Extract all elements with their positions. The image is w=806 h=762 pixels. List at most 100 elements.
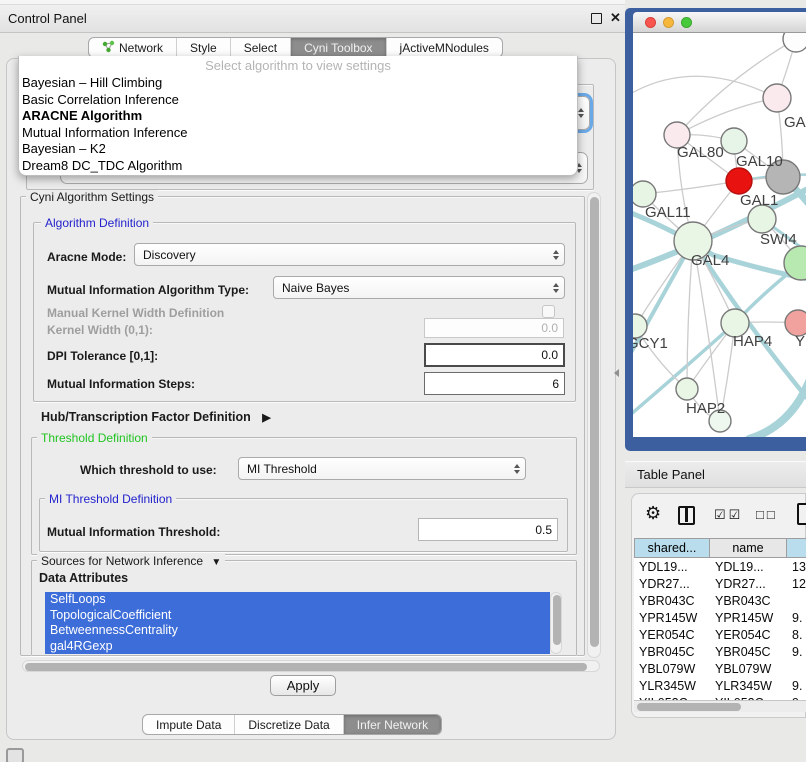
columns-icon[interactable] — [678, 506, 695, 525]
checked-boxes-icon[interactable]: ☑☑ — [714, 507, 743, 523]
network-node[interactable] — [721, 128, 747, 154]
table-cell: YER054C — [634, 628, 710, 642]
network-node[interactable] — [726, 168, 752, 194]
algorithm-dropdown-list[interactable]: Select algorithm to view settings Bayesi… — [18, 56, 578, 176]
apply-button[interactable]: Apply — [270, 675, 336, 696]
tab-infer-network[interactable]: Infer Network — [344, 715, 441, 734]
algorithm-option-basic-correlation-inference[interactable]: Basic Correlation Inference — [19, 92, 577, 109]
apply-label: Apply — [287, 678, 320, 693]
cyni-settings-legend: Cyni Algorithm Settings — [26, 190, 158, 204]
column-header-name[interactable]: name — [710, 538, 787, 558]
mit-field[interactable]: 0.5 — [418, 518, 558, 541]
table-cell: 8. — [787, 628, 806, 642]
network-edge[interactable] — [643, 181, 739, 194]
which-threshold-combo[interactable]: MI Threshold — [238, 457, 526, 480]
control-panel-titlebar[interactable] — [0, 5, 625, 33]
tab-label: Impute Data — [156, 718, 221, 732]
settings-vscrollbar[interactable] — [587, 192, 601, 658]
table-row[interactable]: YBR043CYBR043C — [634, 592, 806, 609]
table-cell: YBL079W — [634, 662, 710, 676]
column-header-shared[interactable]: shared... — [634, 538, 710, 558]
dpi-tolerance-field[interactable]: 0.0 — [424, 343, 565, 367]
network-node[interactable] — [763, 84, 791, 112]
algorithm-option-bayesian-k2[interactable]: Bayesian – K2 — [19, 141, 577, 158]
tab-jactivemnodules[interactable]: jActiveMNodules — [387, 38, 502, 57]
settings-hscrollbar[interactable] — [22, 660, 600, 672]
attributes-scrollbar[interactable] — [550, 592, 562, 654]
stepper-icon — [514, 464, 520, 474]
tab-impute-data[interactable]: Impute Data — [143, 715, 235, 734]
table-row[interactable]: YER054CYER054C8. — [634, 626, 806, 643]
data-attributes-list[interactable]: SelfLoopsTopologicalCoefficientBetweenne… — [45, 592, 550, 654]
table-row[interactable]: YBR045CYBR045C9. — [634, 643, 806, 660]
algorithm-option-mutual-information-inference[interactable]: Mutual Information Inference — [19, 125, 577, 142]
mi-type-combo[interactable]: Naive Bayes — [273, 276, 565, 299]
table-row[interactable]: YDR27...YDR27...12 — [634, 575, 806, 592]
attribute-item-selfloops[interactable]: SelfLoops — [45, 592, 550, 608]
tab-discretize-data[interactable]: Discretize Data — [235, 715, 343, 734]
tab-label: Cyni Toolbox — [304, 41, 372, 55]
table-hscrollbar[interactable] — [634, 700, 806, 712]
table-row[interactable]: YLR345WYLR345W9. — [634, 677, 806, 694]
algorithm-option-dream8-dc-tdc-algorithm[interactable]: Dream8 DC_TDC Algorithm — [19, 158, 577, 175]
network-edge[interactable] — [633, 76, 777, 98]
app-root: Control Panel ✕ NetworkStyleSelectCyni T… — [0, 0, 806, 762]
close-traffic-light[interactable] — [645, 17, 656, 28]
network-canvas[interactable]: GALGAL80GAL10GAL1GAL11SWI4GAL4HAP4YGCY1H… — [633, 33, 806, 437]
network-node[interactable] — [783, 33, 806, 52]
document-icon[interactable] — [797, 503, 806, 525]
hub-definition-toggle[interactable]: Hub/Transcription Factor Definition ▶ — [41, 410, 271, 424]
gear-icon[interactable]: ⚙ — [645, 503, 661, 524]
table-cell: 9. — [787, 611, 806, 625]
mit-label: Mutual Information Threshold: — [47, 525, 220, 539]
tab-label: Infer Network — [357, 718, 428, 732]
table-cell: 9. — [787, 645, 806, 659]
mi-steps-field[interactable]: 6 — [424, 372, 565, 395]
sources-legend-toggle[interactable]: Sources for Network Inference ▼ — [37, 554, 225, 568]
mi-steps-value: 6 — [552, 377, 559, 391]
attribute-item-topologicalcoefficient[interactable]: TopologicalCoefficient — [45, 608, 550, 624]
attribute-item-gal4rgexp[interactable]: gal4RGexp — [45, 639, 550, 655]
float-window-icon[interactable] — [591, 13, 602, 24]
collapsed-arrow-icon: ▶ — [262, 412, 270, 424]
table-cell: 12 — [787, 577, 806, 591]
tab-network[interactable]: Network — [89, 38, 177, 57]
node-label-gcy1: GCY1 — [633, 335, 668, 352]
unchecked-boxes-icon[interactable]: □□ — [756, 507, 778, 522]
panel-splitter-arrow-icon[interactable] — [614, 369, 619, 377]
tab-select[interactable]: Select — [231, 38, 291, 57]
network-window-titlebar[interactable] — [633, 12, 806, 33]
minimize-traffic-light[interactable] — [663, 17, 674, 28]
algorithm-option-bayesian-hill-climbing[interactable]: Bayesian – Hill Climbing — [19, 75, 577, 92]
attribute-item-betweennesscentrality[interactable]: BetweennessCentrality — [45, 623, 550, 639]
network-edge[interactable] — [749, 371, 806, 437]
node-label-swi4: SWI4 — [760, 231, 797, 248]
table-row[interactable]: YDL19...YDL19...13 — [634, 558, 806, 575]
tab-style[interactable]: Style — [177, 38, 231, 57]
tab-label: jActiveMNodules — [400, 41, 489, 55]
aracne-mode-value: Discovery — [143, 248, 196, 262]
manual-kernel-label: Manual Kernel Width Definition — [47, 306, 224, 320]
manual-kernel-checkbox[interactable] — [542, 305, 555, 318]
table-panel-title: Table Panel — [637, 467, 705, 482]
close-icon[interactable]: ✕ — [610, 10, 621, 26]
network-node[interactable] — [676, 378, 698, 400]
table-cell: YBR043C — [634, 594, 710, 608]
zoom-traffic-light[interactable] — [681, 17, 692, 28]
mi-threshold-legend: MI Threshold Definition — [45, 492, 176, 506]
dropdown-placeholder: Select algorithm to view settings — [19, 58, 577, 75]
tab-cyni-toolbox[interactable]: Cyni Toolbox — [291, 38, 386, 57]
algorithm-option-aracne-algorithm[interactable]: ARACNE Algorithm — [19, 108, 577, 125]
column-header-a[interactable]: A — [787, 538, 806, 558]
mi-steps-label: Mutual Information Steps: — [47, 377, 195, 391]
kernel-width-field[interactable]: 0.0 — [424, 318, 564, 338]
table-row[interactable]: YPR145WYPR145W9. — [634, 609, 806, 626]
kernel-width-value: 0.0 — [541, 321, 558, 335]
aracne-mode-combo[interactable]: Discovery — [134, 243, 565, 266]
dpi-tolerance-label: DPI Tolerance [0,1]: — [47, 349, 158, 363]
table-row[interactable]: YBL079WYBL079W — [634, 660, 806, 677]
data-attributes-label: Data Attributes — [39, 571, 128, 585]
network-node[interactable] — [748, 205, 776, 233]
corner-widget-icon[interactable] — [6, 748, 24, 762]
table-cell: 9. — [787, 679, 806, 693]
